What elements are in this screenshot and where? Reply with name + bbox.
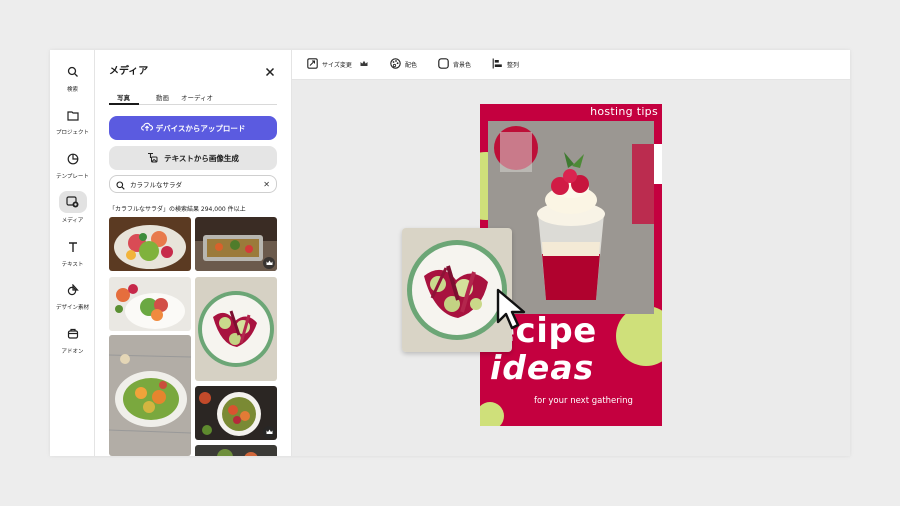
cloud-upload-icon bbox=[140, 122, 153, 134]
rail-label: 検索 bbox=[66, 87, 78, 93]
resize-button[interactable]: サイズ変更 bbox=[307, 58, 368, 71]
tab-photos[interactable]: 写真 bbox=[117, 92, 130, 102]
search-result-thumbnail[interactable] bbox=[195, 386, 277, 440]
search-icon bbox=[116, 175, 125, 194]
text-icon bbox=[60, 237, 86, 257]
premium-crown-icon bbox=[263, 426, 275, 438]
rail-label: テンプレート bbox=[56, 174, 89, 180]
search-box: ✕ bbox=[109, 175, 277, 193]
media-tabs: 写真 動画 オーディオ bbox=[109, 90, 277, 105]
upload-button-label: デバイスからアップロード bbox=[155, 123, 246, 133]
search-input[interactable] bbox=[130, 180, 255, 188]
search-result-thumbnail[interactable] bbox=[195, 277, 277, 381]
panel-title: メディア bbox=[109, 66, 149, 77]
search-result-thumbnail[interactable] bbox=[195, 445, 277, 456]
rail-item-text[interactable]: テキスト bbox=[50, 237, 95, 268]
tab-videos[interactable]: 動画 bbox=[156, 92, 169, 102]
premium-crown-icon bbox=[263, 257, 275, 269]
search-result-thumbnail[interactable] bbox=[109, 335, 191, 456]
rail-label: プロジェクト bbox=[55, 130, 89, 136]
media-icon bbox=[58, 191, 87, 213]
color-scheme-label: 配色 bbox=[405, 62, 418, 69]
rail-item-addons[interactable]: アドオン bbox=[50, 324, 95, 355]
design-title-line2[interactable]: ideas bbox=[490, 351, 594, 384]
search-result-thumbnail[interactable] bbox=[195, 217, 277, 271]
rail-item-projects[interactable]: プロジェクト bbox=[50, 105, 95, 136]
active-tab-indicator bbox=[109, 103, 139, 105]
resize-icon bbox=[307, 58, 318, 71]
align-button[interactable]: 整列 bbox=[492, 58, 519, 71]
rail-label: デザイン素材 bbox=[55, 305, 89, 311]
rail-label: メディア bbox=[61, 218, 84, 224]
rail-item-media[interactable]: メディア bbox=[50, 191, 95, 224]
background-color-button[interactable]: 背景色 bbox=[438, 58, 471, 71]
align-label: 整列 bbox=[507, 62, 520, 69]
background-color-swatch-icon bbox=[438, 58, 449, 71]
rail-label: テキスト bbox=[61, 262, 84, 268]
result-count: 「カラフルなサラダ」の検索結果 294,000 件以上 bbox=[109, 206, 246, 213]
elements-icon bbox=[60, 280, 86, 300]
top-toolbar: サイズ変更 配色 背景色 整列 bbox=[292, 50, 850, 80]
background-color-label: 背景色 bbox=[453, 62, 472, 69]
icon-rail: 検索 プロジェクト テンプレート メディア テキスト デザイン素材 アドオン bbox=[50, 50, 95, 456]
editor-window: 検索 プロジェクト テンプレート メディア テキスト デザイン素材 アドオン メ… bbox=[50, 50, 850, 456]
color-scheme-button[interactable]: 配色 bbox=[390, 58, 417, 71]
tab-audio[interactable]: オーディオ bbox=[181, 92, 213, 102]
upload-button[interactable]: デバイスからアップロード bbox=[109, 116, 277, 140]
rail-item-search[interactable]: 検索 bbox=[50, 62, 95, 93]
folder-icon bbox=[60, 105, 86, 125]
premium-crown-icon bbox=[360, 60, 368, 69]
rail-item-elements[interactable]: デザイン素材 bbox=[50, 280, 95, 311]
design-tag-text[interactable]: hosting tips bbox=[590, 105, 658, 118]
addon-icon bbox=[60, 324, 86, 344]
search-result-thumbnail[interactable] bbox=[109, 217, 191, 271]
text-to-image-button[interactable]: テキストから画像生成 bbox=[109, 146, 277, 170]
search-icon bbox=[60, 62, 86, 82]
search-result-thumbnail[interactable] bbox=[109, 277, 191, 331]
resize-label: サイズ変更 bbox=[322, 62, 352, 69]
clear-search-icon[interactable]: ✕ bbox=[263, 180, 270, 189]
template-icon bbox=[60, 149, 86, 169]
text-to-image-icon bbox=[147, 152, 158, 165]
text-to-image-label: テキストから画像生成 bbox=[164, 153, 239, 163]
mouse-cursor-icon bbox=[495, 288, 529, 336]
rail-item-templates[interactable]: テンプレート bbox=[50, 149, 95, 180]
close-icon[interactable] bbox=[265, 62, 277, 77]
palette-icon bbox=[390, 58, 401, 71]
rail-label: アドオン bbox=[61, 349, 84, 355]
align-icon bbox=[492, 58, 503, 71]
media-panel: メディア 写真 動画 オーディオ デバイスからアップロード テキストから画像生成 bbox=[95, 50, 292, 456]
design-subtitle[interactable]: for your next gathering bbox=[534, 396, 633, 406]
